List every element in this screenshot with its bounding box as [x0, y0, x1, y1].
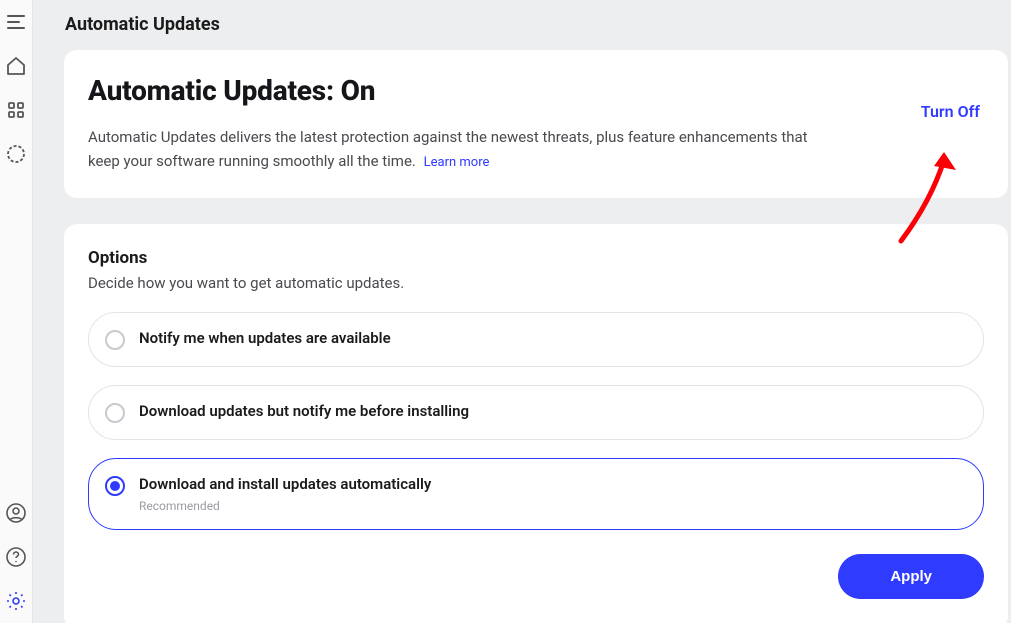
- sidebar-top: [4, 10, 28, 166]
- option-label: Download and install updates automatical…: [139, 475, 431, 493]
- radio-icon: [105, 476, 125, 496]
- main-content: Automatic Updates Automatic Updates: On …: [33, 0, 1011, 623]
- app-root: Automatic Updates Automatic Updates: On …: [0, 0, 1011, 623]
- help-icon[interactable]: [4, 545, 28, 569]
- option-auto-install[interactable]: Download and install updates automatical…: [88, 458, 984, 530]
- option-list: Notify me when updates are available Dow…: [88, 312, 984, 530]
- options-panel: Options Decide how you want to get autom…: [63, 223, 1009, 623]
- learn-more-link[interactable]: Learn more: [424, 155, 490, 170]
- apply-button[interactable]: Apply: [838, 554, 984, 599]
- radio-icon: [105, 403, 125, 423]
- options-subtitle: Decide how you want to get automatic upd…: [88, 274, 984, 292]
- turn-off-link[interactable]: Turn Off: [921, 102, 980, 121]
- status-description: Automatic Updates delivers the latest pr…: [88, 125, 828, 174]
- status-heading: Automatic Updates: On: [88, 74, 984, 107]
- page-title: Automatic Updates: [65, 14, 1011, 35]
- option-notify[interactable]: Notify me when updates are available: [88, 312, 984, 367]
- menu-icon[interactable]: [4, 10, 28, 34]
- option-body: Download and install updates automatical…: [139, 475, 431, 513]
- options-title: Options: [88, 248, 984, 268]
- circle-icon[interactable]: [4, 142, 28, 166]
- radio-icon: [105, 330, 125, 350]
- status-panel: Automatic Updates: On Automatic Updates …: [63, 49, 1009, 199]
- option-download-notify[interactable]: Download updates but notify me before in…: [88, 385, 984, 440]
- option-body: Notify me when updates are available: [139, 329, 391, 347]
- sidebar: [0, 0, 33, 623]
- option-note: Recommended: [139, 499, 431, 513]
- option-label: Notify me when updates are available: [139, 329, 391, 347]
- settings-icon[interactable]: [4, 589, 28, 613]
- apps-icon[interactable]: [4, 98, 28, 122]
- option-body: Download updates but notify me before in…: [139, 402, 469, 420]
- sidebar-bottom: [4, 501, 28, 613]
- user-icon[interactable]: [4, 501, 28, 525]
- apply-row: Apply: [88, 554, 984, 599]
- home-icon[interactable]: [4, 54, 28, 78]
- option-label: Download updates but notify me before in…: [139, 402, 469, 420]
